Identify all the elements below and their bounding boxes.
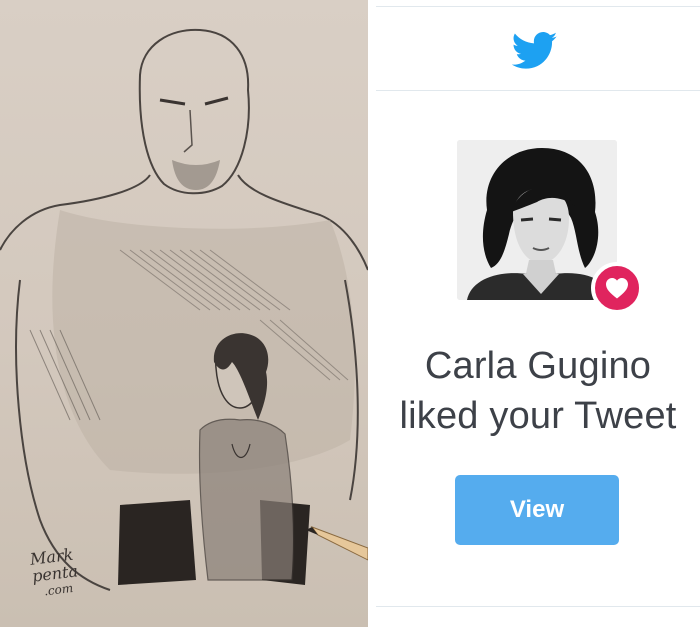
heart-badge — [591, 262, 643, 314]
header-divider — [376, 90, 700, 91]
sketch-image: Mark penta .com — [0, 0, 368, 627]
artist-signature: Mark penta .com — [29, 545, 81, 601]
image-divider — [368, 0, 376, 627]
twitter-bird-icon — [512, 32, 558, 69]
pencil-sketch-drawing — [0, 28, 368, 591]
view-button[interactable]: View — [455, 475, 619, 545]
top-divider — [376, 6, 700, 7]
notification-card: Carla Gugino liked your Tweet View — [376, 0, 700, 627]
action-text: liked your Tweet — [399, 395, 677, 437]
bottom-divider — [376, 606, 700, 607]
liker-name: Carla Gugino — [424, 345, 652, 387]
notification-text: Carla Gugino liked your Tweet — [376, 341, 700, 441]
heart-icon — [606, 278, 628, 299]
